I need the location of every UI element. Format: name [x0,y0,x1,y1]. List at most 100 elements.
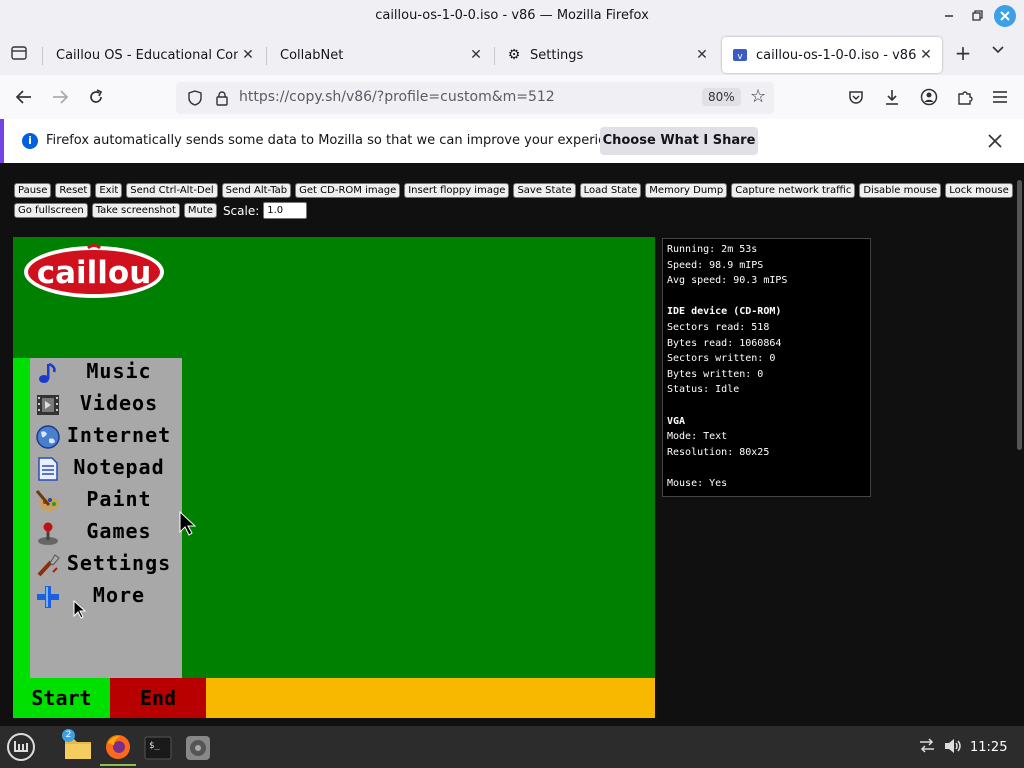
url-text[interactable]: https://copy.sh/v86/?profile=custom&m=51… [239,89,555,105]
tab-settings[interactable]: ⚙ Settings ✕ [496,37,718,73]
capture-network-traffic-button[interactable]: Capture network traffic [731,183,856,198]
mint-menu-icon[interactable] [6,732,36,762]
emulator-stats-panel: Running: 2m 53s Speed: 98.9 mIPS Avg spe… [662,238,871,497]
notepad-icon [38,457,58,481]
globe-icon [36,425,60,449]
taskbar-firefox[interactable] [100,730,136,766]
reload-button[interactable] [84,85,108,109]
stat-speed: Speed: 98.9 mIPS [667,259,764,271]
window-titlebar: caillou-os-1-0-0.iso - v86 — Mozilla Fir… [0,0,1024,33]
reset-button[interactable]: Reset [55,183,92,198]
wrench-icon [37,554,60,577]
stat-vga-heading: VGA [667,415,686,427]
tab-separator [266,47,267,65]
guest-taskbar: Start End [13,678,655,718]
close-notification-button[interactable] [988,129,1002,153]
tab-close-icon[interactable]: ✕ [692,47,712,63]
caillou-logo: caillou [24,244,164,298]
menu-item-label: Internet [66,423,172,447]
tab-close-icon[interactable]: ✕ [238,47,258,63]
network-status-icon[interactable] [918,738,936,758]
menu-item-label: Music [86,359,152,383]
take-screenshot-button[interactable]: Take screenshot [91,203,180,218]
tab-label: caillou-os-1-0-0.iso - v86 [756,47,916,63]
pocket-icon [849,91,863,104]
volume-icon[interactable] [944,738,962,758]
menu-item-more[interactable]: More [35,582,175,612]
tab-collabnet[interactable]: CollabNet ✕ [270,37,492,73]
get-cd-rom-image-button[interactable]: Get CD-ROM image [295,183,401,198]
stat-avg-speed: Avg speed: 90.3 mIPS [667,275,788,287]
choose-what-i-share-button[interactable]: Choose What I Share [600,127,758,155]
tab-v86-active[interactable]: v caillou-os-1-0-0.iso - v86 ✕ [722,37,942,73]
puzzle-icon [958,91,973,105]
end-button[interactable]: End [110,678,206,718]
list-all-tabs-button[interactable] [992,43,1004,59]
url-bar[interactable]: https://copy.sh/v86/?profile=custom&m=51… [176,82,774,114]
disable-mouse-button[interactable]: Disable mouse [859,183,942,198]
pocket-button[interactable] [844,85,868,109]
menu-item-settings[interactable]: Settings [35,550,175,580]
tab-close-icon[interactable]: ✕ [916,47,936,63]
exit-button[interactable]: Exit [95,183,123,198]
send-ctrl-alt-del-button[interactable]: Send Ctrl-Alt-Del [126,183,218,198]
window-controls [938,5,1016,27]
data-collection-notification: i Firefox automatically sends some data … [0,119,1024,163]
save-state-button[interactable]: Save State [513,183,576,198]
menu-item-music[interactable]: Music [35,358,175,388]
tab-label: Caillou OS - Educational Compu [56,47,238,63]
close-window-button[interactable] [994,5,1016,27]
menu-item-videos[interactable]: Videos [35,390,175,420]
downloads-button[interactable] [880,85,904,109]
menu-item-label: Paint [86,487,152,511]
stat-ide-heading: IDE device (CD-ROM) [667,306,782,318]
page-scrollbar[interactable] [1017,180,1022,450]
taskbar-terminal[interactable]: $_ [140,730,176,766]
minimize-icon [945,15,953,17]
close-icon [988,134,1002,148]
gear-icon: ⚙ [507,47,521,63]
close-icon [1000,11,1010,21]
send-alt-tab-button[interactable]: Send Alt-Tab [221,183,292,198]
new-tab-button[interactable]: + [952,43,974,63]
account-button[interactable] [917,85,941,109]
pause-button[interactable]: Pause [14,183,52,198]
lock-icon[interactable] [213,89,231,107]
taskbar-disks[interactable] [180,730,216,766]
go-fullscreen-button[interactable]: Go fullscreen [14,203,88,218]
tab-close-icon[interactable]: ✕ [466,47,486,63]
emulator-controls-row-1: Pause Reset Exit Send Ctrl-Alt-Del Send Alt-… [14,183,1013,198]
tab-caillou-os[interactable]: Caillou OS - Educational Compu ✕ [46,37,264,73]
extensions-button[interactable] [953,85,977,109]
clock[interactable]: 11:25 [970,740,1007,755]
emulator-screen[interactable]: caillou Music Videos Internet Notepad Pa… [13,237,655,718]
firefox-view-icon[interactable] [10,44,28,62]
menu-item-games[interactable]: Games [35,518,175,548]
bookmark-star-icon[interactable]: ☆ [750,86,766,107]
load-state-button[interactable]: Load State [579,183,642,198]
maximize-button[interactable] [966,5,988,27]
minimize-button[interactable] [938,5,960,27]
back-button[interactable] [12,85,36,109]
scale-input[interactable] [263,202,308,219]
menu-item-paint[interactable]: Paint [35,486,175,516]
menu-item-internet[interactable]: Internet [35,422,175,452]
stat-spacer [667,289,866,305]
desktop-taskbar: $_ 11:25 [0,726,1024,768]
tracking-protection-shield-icon[interactable] [186,89,204,107]
menu-item-notepad[interactable]: Notepad [35,454,175,484]
lock-mouse-button[interactable]: Lock mouse [945,183,1013,198]
music-note-icon [39,362,56,383]
forward-button[interactable] [48,85,72,109]
start-button[interactable]: Start [13,678,110,718]
joystick-icon [38,522,58,545]
mute-button[interactable]: Mute [183,203,217,218]
scale-label: Scale: [222,203,260,218]
stat-bytes-read: Bytes read: 1060864 [667,337,782,349]
hamburger-menu-icon [993,91,1007,103]
insert-floppy-image-button[interactable]: Insert floppy image [404,183,510,198]
app-menu-button[interactable] [988,85,1012,109]
zoom-level-badge[interactable]: 80% [702,88,741,106]
film-icon [37,395,59,415]
memory-dump-button[interactable]: Memory Dump [645,183,728,198]
